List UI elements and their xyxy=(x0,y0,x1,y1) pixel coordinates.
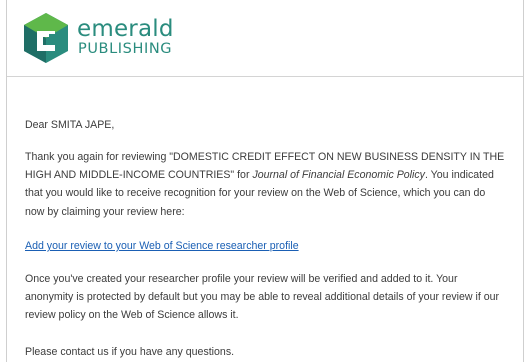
email-paragraph-profile: Once you've created your researcher prof… xyxy=(25,273,500,322)
emerald-publishing-logo: emerald PUBLISHING xyxy=(21,12,221,64)
emerald-logo-icon xyxy=(24,13,68,63)
logo-wordmark-bottom: PUBLISHING xyxy=(78,41,173,57)
email-paragraph-contact: Please contact us if you have any questi… xyxy=(25,346,235,358)
email-container: emerald PUBLISHING Dear SMITA JAPE, Than… xyxy=(6,0,524,362)
logo-wordmark-top: emerald xyxy=(77,16,174,42)
email-header: emerald PUBLISHING xyxy=(7,0,523,77)
email-link-paragraph: Add your review to your Web of Science r… xyxy=(25,237,505,255)
add-review-link[interactable]: Add your review to your Web of Science r… xyxy=(25,240,299,252)
journal-name: Journal of Financial Economic Policy xyxy=(252,169,425,182)
email-greeting: Dear SMITA JAPE, xyxy=(25,119,115,131)
email-paragraph-thanks: Thank you again for reviewing "DOMESTIC … xyxy=(25,148,505,221)
